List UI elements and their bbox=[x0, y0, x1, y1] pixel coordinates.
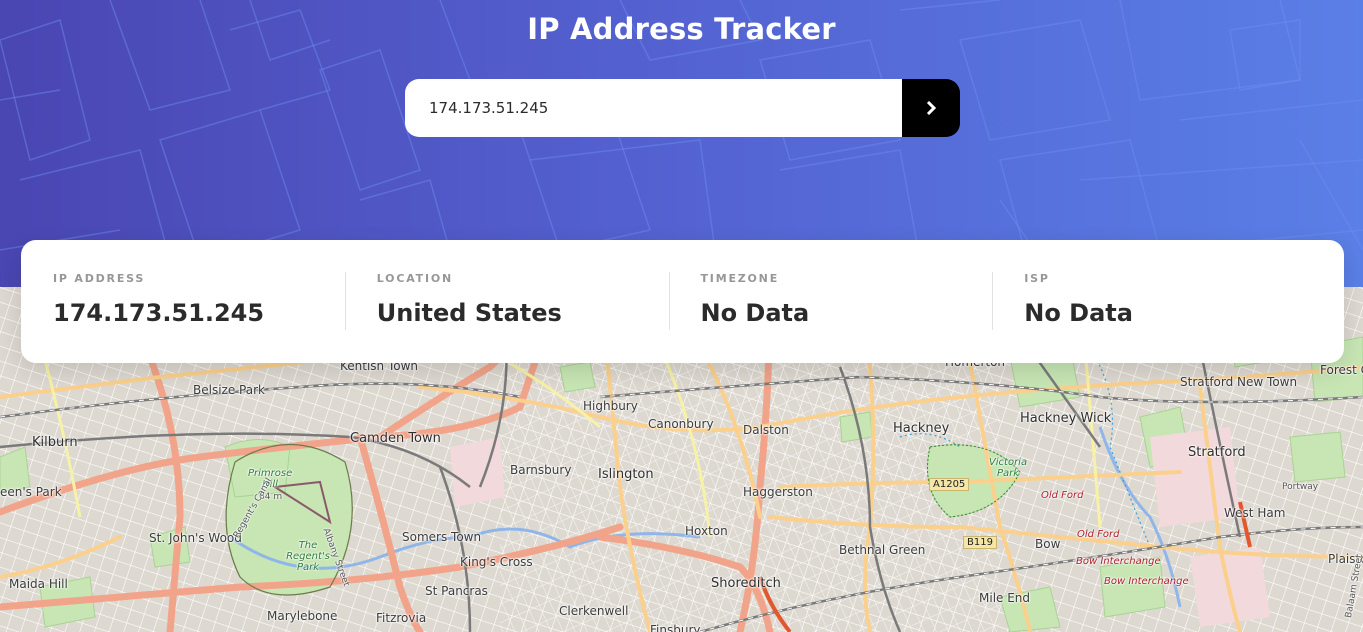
road-ref-label: B119 bbox=[963, 536, 997, 549]
road-ref-label: A1205 bbox=[929, 478, 970, 491]
ip-search-input[interactable] bbox=[405, 79, 902, 137]
map-label: Camden Town bbox=[350, 431, 441, 446]
map-label: Hoxton bbox=[685, 524, 728, 538]
page-title: IP Address Tracker bbox=[527, 12, 836, 46]
map-label: Hackney Wick bbox=[1020, 411, 1112, 426]
map-label: Bethnal Green bbox=[839, 543, 926, 557]
map-label: St. John's Wood bbox=[149, 531, 242, 545]
map-label: West Ham bbox=[1224, 506, 1286, 520]
divider bbox=[668, 272, 670, 330]
map-label: Bow Interchange bbox=[1076, 556, 1161, 567]
ip-info-card: IP ADDRESS 174.173.51.245 LOCATION Unite… bbox=[21, 240, 1344, 363]
divider bbox=[344, 272, 346, 330]
map-label: Portway bbox=[1282, 482, 1319, 492]
map-label: Bow bbox=[1035, 537, 1061, 551]
map-label: Somers Town bbox=[402, 530, 482, 544]
map-label: Hackney bbox=[893, 421, 950, 436]
timezone-label: TIMEZONE bbox=[700, 272, 780, 285]
map-label: Haggerston bbox=[743, 485, 813, 499]
location-value: United States bbox=[376, 299, 562, 327]
timezone-section: TIMEZONE No Data bbox=[668, 240, 993, 363]
map-label: Marylebone bbox=[267, 609, 338, 623]
ip-address-label: IP ADDRESS bbox=[53, 272, 146, 285]
map-label: Forest G bbox=[1320, 363, 1363, 377]
timezone-value: No Data bbox=[700, 299, 810, 327]
map-label: Kilburn bbox=[32, 435, 78, 450]
map-label: Highbury bbox=[583, 399, 638, 413]
map-label: Dalston bbox=[743, 423, 789, 437]
map-label: Finsbury bbox=[650, 623, 701, 632]
map-label: Shoreditch bbox=[711, 576, 781, 591]
ip-address-section: IP ADDRESS 174.173.51.245 bbox=[21, 240, 345, 363]
divider bbox=[992, 272, 994, 330]
ip-address-value: 174.173.51.245 bbox=[53, 299, 265, 327]
map-label: Barnsbury bbox=[510, 463, 572, 477]
map-label: Old Ford bbox=[1041, 490, 1084, 501]
map-label: Canonbury bbox=[648, 417, 714, 431]
map-label: Fitzrovia bbox=[376, 611, 427, 625]
map-label: Islington bbox=[598, 467, 654, 482]
map-label: Stratford New Town bbox=[1180, 375, 1298, 389]
map-label: Clerkenwell bbox=[559, 604, 629, 618]
map-label: Victoria Park bbox=[988, 457, 1028, 479]
isp-label: ISP bbox=[1024, 272, 1050, 285]
chevron-right-icon bbox=[926, 101, 936, 115]
map-label: Mile End bbox=[979, 591, 1031, 605]
map-label: Bow Interchange bbox=[1104, 576, 1189, 587]
map-label: St Pancras bbox=[425, 584, 488, 598]
map-label: Belsize Park bbox=[193, 383, 265, 397]
search-bar bbox=[405, 79, 960, 137]
location-section: LOCATION United States bbox=[344, 240, 669, 363]
page: IP Address Tracker IP ADDRESS 174.173.51… bbox=[0, 0, 1363, 632]
location-label: LOCATION bbox=[376, 272, 454, 285]
map-label: een's Park bbox=[0, 485, 62, 499]
map-label: Maida Hill bbox=[9, 577, 68, 591]
isp-value: No Data bbox=[1024, 299, 1133, 327]
search-submit-button[interactable] bbox=[902, 79, 960, 137]
map-label: King's Cross bbox=[460, 555, 533, 569]
map-label: Old Ford bbox=[1077, 529, 1120, 540]
map-label: Stratford bbox=[1188, 445, 1246, 460]
isp-section: ISP No Data bbox=[992, 240, 1316, 363]
